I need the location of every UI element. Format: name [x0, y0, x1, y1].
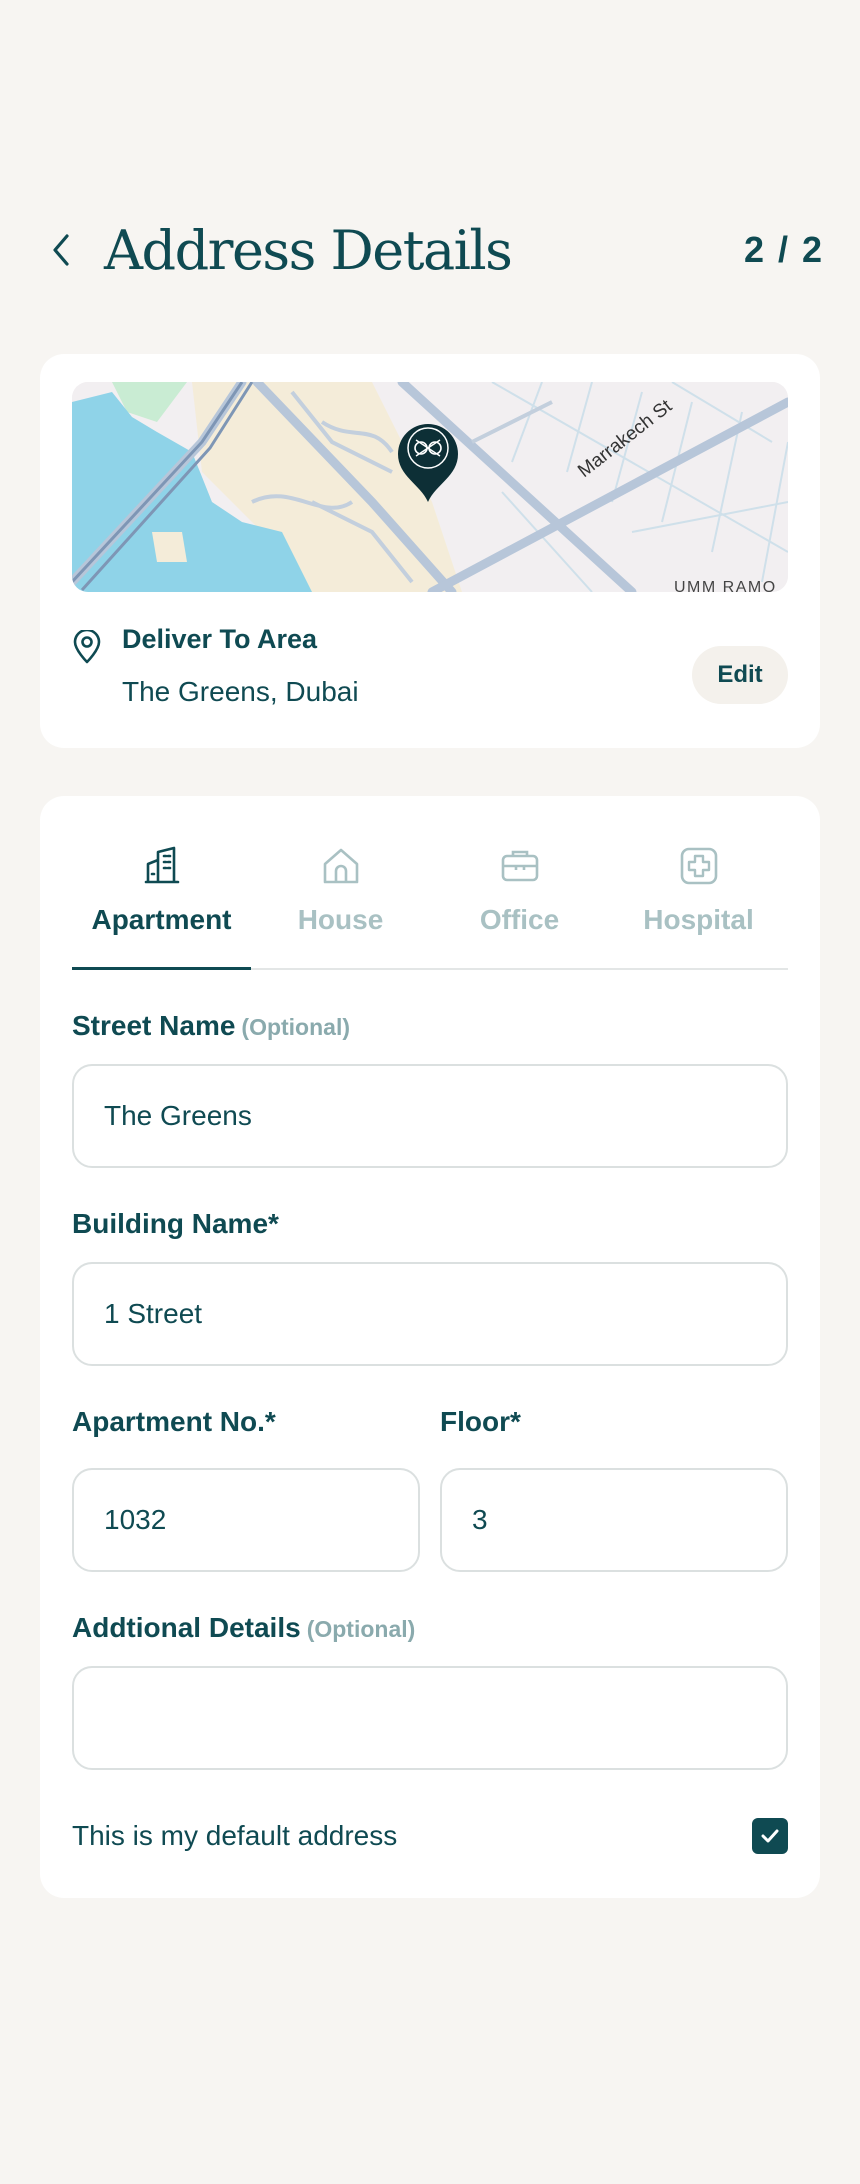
checkmark-icon: [761, 1829, 779, 1843]
header: Address Details 2 / 2: [50, 210, 824, 290]
map-area-label: UMM RAMO: [674, 579, 777, 592]
street-name-label-text: Street Name: [72, 1010, 236, 1041]
street-name-input[interactable]: [72, 1064, 788, 1168]
step-indicator: 2 / 2: [743, 229, 824, 270]
default-address-label: This is my default address: [72, 1820, 398, 1851]
edit-area-button[interactable]: Edit: [692, 646, 788, 704]
street-name-label: Street Name (Optional): [72, 1010, 350, 1042]
additional-details-input[interactable]: [72, 1666, 788, 1770]
default-address-row: This is my default address: [72, 1814, 788, 1858]
apartment-building-icon: [144, 846, 179, 884]
apartment-number-input[interactable]: [72, 1468, 420, 1572]
additional-details-label: Addtional Details (Optional): [72, 1612, 415, 1644]
apartment-number-label: Apartment No.*: [72, 1406, 276, 1437]
tab-label-hospital: Hospital: [643, 904, 754, 935]
building-name-label: Building Name*: [72, 1208, 279, 1239]
tab-hospital[interactable]: Hospital: [609, 836, 788, 968]
building-name-input[interactable]: [72, 1262, 788, 1366]
back-button[interactable]: [50, 230, 80, 270]
tab-label-house: House: [297, 904, 384, 935]
address-form-card: Apartment House Office Hospital Street N…: [40, 796, 820, 1898]
street-name-optional: (Optional): [241, 1014, 350, 1040]
house-icon: [323, 848, 358, 884]
tab-label-office: Office: [479, 904, 560, 935]
default-address-checkbox[interactable]: [752, 1818, 788, 1854]
page-title: Address Details: [104, 218, 513, 282]
deliver-area-value: The Greens, Dubai: [122, 676, 359, 707]
hospital-cross-icon: [680, 847, 717, 885]
tab-office[interactable]: Office: [430, 836, 609, 968]
deliver-to-area-label: Deliver To Area: [122, 624, 318, 654]
deliver-to-area: Deliver To Area The Greens, Dubai Edit: [72, 624, 788, 724]
floor-input[interactable]: [440, 1468, 788, 1572]
delivery-area-card: Marrakech St UMM RAMO Deliver To Area Th…: [40, 354, 820, 748]
floor-label: Floor*: [440, 1406, 521, 1437]
tab-apartment[interactable]: Apartment: [72, 836, 251, 970]
location-pin-icon: [73, 630, 101, 664]
map-preview[interactable]: Marrakech St UMM RAMO: [72, 382, 788, 592]
tab-house[interactable]: House: [251, 836, 430, 968]
map-graphic: Marrakech St UMM RAMO: [72, 382, 788, 592]
tab-label-apartment: Apartment: [91, 904, 232, 935]
address-type-tabs: Apartment House Office Hospital: [72, 836, 788, 970]
additional-details-optional: (Optional): [306, 1616, 416, 1642]
chevron-left-icon: [53, 234, 69, 266]
additional-details-label-text: Addtional Details: [72, 1612, 301, 1643]
briefcase-icon: [501, 850, 538, 882]
